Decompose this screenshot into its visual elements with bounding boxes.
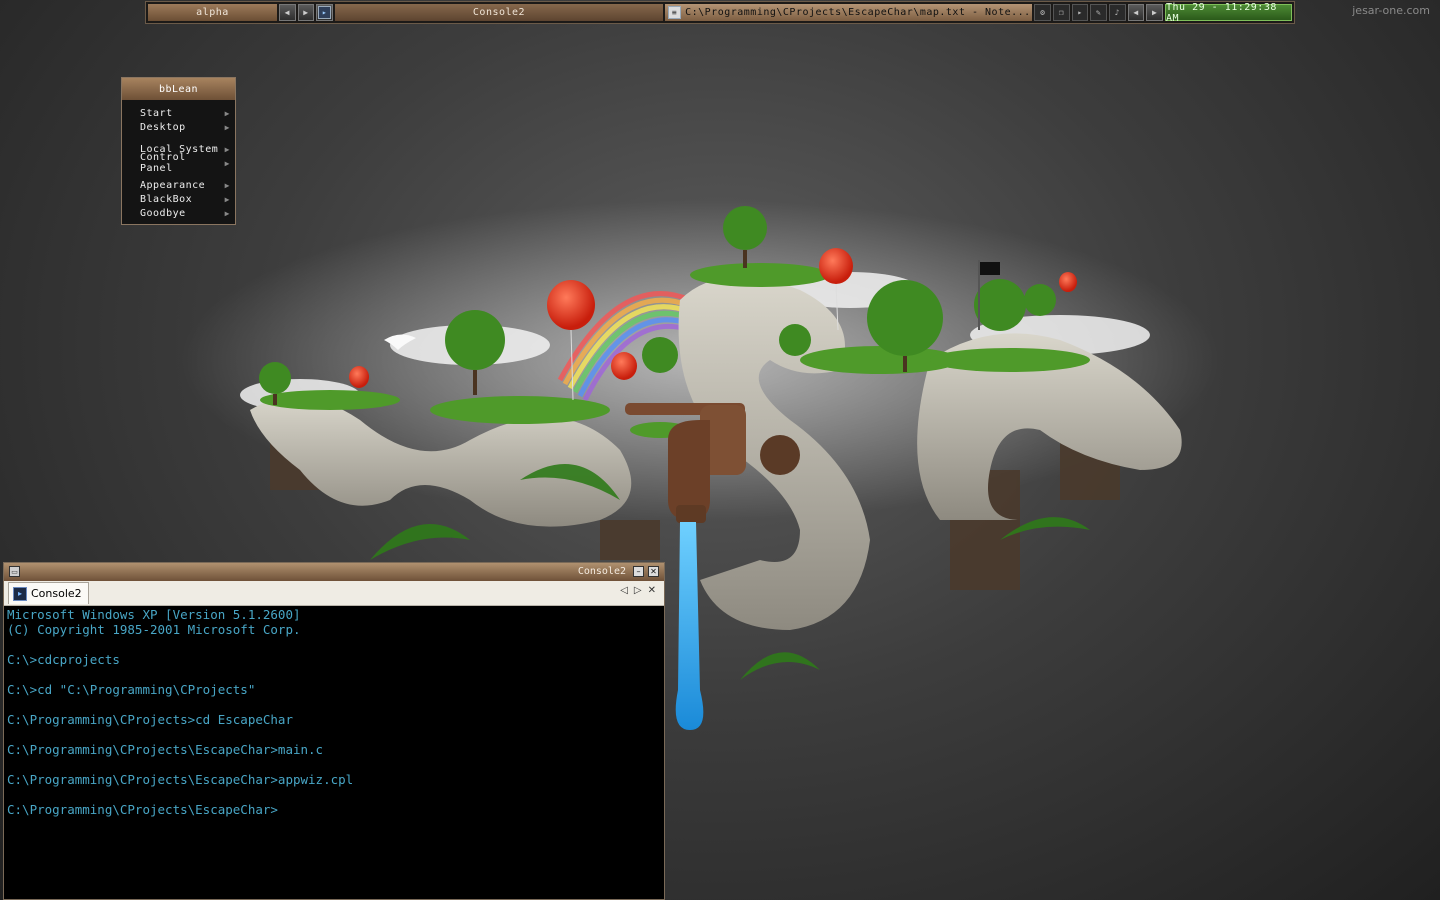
console-line: C:\Programming\CProjects\EscapeChar>appw… bbox=[7, 772, 354, 787]
top-toolbar: alpha ◀ ▶ ▸ Console2 ≡ C:\Programming\CP… bbox=[145, 1, 1295, 24]
prev-task-button[interactable]: ◀ bbox=[1127, 4, 1145, 21]
console-line: C:\Programming\CProjects>cd EscapeChar bbox=[7, 712, 293, 727]
next-workspace-button[interactable]: ▶ bbox=[297, 4, 315, 21]
minimize-button[interactable]: – bbox=[633, 566, 644, 577]
console2-window: ▭ Console2 – ✕ ▸ Console2 ◁ ▷ ✕ Microsof… bbox=[3, 562, 665, 900]
menu-item-label: Appearance bbox=[140, 179, 206, 191]
window-menu-icon[interactable]: ▭ bbox=[9, 566, 20, 577]
menu-item-blackbox[interactable]: BlackBox ▶ bbox=[140, 192, 230, 206]
submenu-arrow-icon: ▶ bbox=[224, 180, 230, 190]
menu-item-label: Desktop bbox=[140, 121, 186, 133]
menu-item-goodbye[interactable]: Goodbye ▶ bbox=[140, 206, 230, 220]
console-line: C:\>cd "C:\Programming\CProjects" bbox=[7, 682, 256, 697]
submenu-arrow-icon: ▶ bbox=[224, 122, 230, 132]
console-line: C:\Programming\CProjects\EscapeChar>main… bbox=[7, 742, 324, 757]
console-tab-bar: ▸ Console2 ◁ ▷ ✕ bbox=[4, 581, 664, 606]
menu-item-appearance[interactable]: Appearance ▶ bbox=[140, 178, 230, 192]
task-notepad-label: C:\Programming\CProjects\EscapeChar\map.… bbox=[685, 7, 1031, 18]
task-console2[interactable]: Console2 bbox=[334, 4, 664, 21]
notepad-icon: ≡ bbox=[668, 6, 682, 19]
tab-close-icon[interactable]: ✕ bbox=[648, 585, 656, 596]
submenu-arrow-icon: ▶ bbox=[224, 144, 230, 154]
tray-settings-icon[interactable]: ⚙ bbox=[1034, 4, 1052, 21]
terminal-icon: ▸ bbox=[13, 586, 27, 601]
workspace-label[interactable]: alpha bbox=[148, 4, 277, 21]
console-line: C:\>cdcprojects bbox=[7, 652, 120, 667]
tray-volume-icon[interactable]: ♪ bbox=[1109, 4, 1126, 21]
tray-windows-icon[interactable]: ❐ bbox=[1053, 4, 1070, 21]
task-notepad-active[interactable]: ≡ C:\Programming\CProjects\EscapeChar\ma… bbox=[665, 4, 1033, 21]
bblean-root-menu: bbLean Start ▶ Desktop ▶ Local System ▶ … bbox=[121, 77, 236, 225]
menu-item-control-panel[interactable]: Control Panel ▶ bbox=[140, 152, 230, 174]
tab-navigation: ◁ ▷ ✕ bbox=[620, 585, 656, 596]
submenu-arrow-icon: ▶ bbox=[224, 158, 230, 168]
submenu-arrow-icon: ▶ bbox=[224, 108, 230, 118]
prev-workspace-button[interactable]: ◀ bbox=[278, 4, 296, 21]
tab-label: Console2 bbox=[31, 587, 82, 600]
menu-item-label: Goodbye bbox=[140, 207, 186, 219]
terminal-icon: ▸ bbox=[318, 6, 332, 19]
submenu-arrow-icon: ▶ bbox=[224, 194, 230, 204]
console-line: (C) Copyright 1985-2001 Microsoft Corp. bbox=[7, 622, 301, 637]
menu-item-start[interactable]: Start ▶ bbox=[140, 106, 230, 120]
watermark-text: jesar-one.com bbox=[1352, 4, 1430, 17]
console-line: Microsoft Windows XP [Version 5.1.2600] bbox=[7, 607, 301, 622]
tray-network-icon[interactable]: ✎ bbox=[1090, 4, 1108, 21]
tab-console2[interactable]: ▸ Console2 bbox=[8, 582, 89, 604]
close-button[interactable]: ✕ bbox=[648, 566, 659, 577]
next-task-button[interactable]: ▶ bbox=[1146, 4, 1164, 21]
console-line: C:\Programming\CProjects\EscapeChar> bbox=[7, 802, 278, 817]
menu-item-label: Start bbox=[140, 107, 173, 119]
menu-item-label: Control Panel bbox=[140, 152, 186, 174]
console-output[interactable]: Microsoft Windows XP [Version 5.1.2600](… bbox=[4, 606, 664, 818]
console-app-icon[interactable]: ▸ bbox=[316, 4, 333, 21]
menu-item-label: BlackBox bbox=[140, 193, 193, 205]
tray-console-icon[interactable]: ▸ bbox=[1071, 4, 1089, 21]
clock[interactable]: Thu 29 - 11:29:38 AM bbox=[1165, 2, 1293, 24]
tab-next-icon[interactable]: ▷ bbox=[634, 585, 642, 596]
console-titlebar[interactable]: ▭ Console2 – ✕ bbox=[4, 563, 664, 581]
menu-item-desktop[interactable]: Desktop ▶ bbox=[140, 120, 230, 134]
tab-prev-icon[interactable]: ◁ bbox=[620, 585, 628, 596]
submenu-arrow-icon: ▶ bbox=[224, 208, 230, 218]
window-title: Console2 bbox=[577, 566, 626, 577]
menu-title: bbLean bbox=[122, 78, 235, 100]
